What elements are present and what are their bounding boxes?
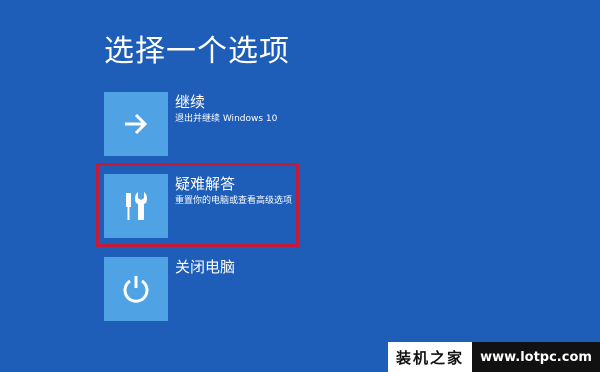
watermark-url: www.lotpc.com [472, 342, 600, 372]
troubleshoot-option[interactable]: 疑难解答 重置你的电脑或查看高级选项 [104, 174, 434, 238]
tools-icon [121, 189, 151, 223]
arrow-right-icon [123, 113, 149, 135]
watermark: 装机之家 www.lotpc.com [388, 342, 600, 372]
watermark-brand: 装机之家 [388, 342, 472, 372]
troubleshoot-title: 疑难解答 [175, 175, 236, 193]
continue-option[interactable]: 继续 退出并继续 Windows 10 [104, 92, 434, 156]
page-title: 选择一个选项 [104, 34, 290, 69]
continue-description: 退出并继续 Windows 10 [175, 114, 278, 124]
shutdown-option[interactable]: 关闭电脑 [104, 257, 434, 321]
continue-tile[interactable] [104, 92, 168, 156]
continue-title: 继续 [175, 93, 206, 111]
shutdown-tile[interactable] [104, 257, 168, 321]
troubleshoot-description: 重置你的电脑或查看高级选项 [175, 196, 293, 206]
troubleshoot-tile[interactable] [104, 174, 168, 238]
shutdown-title: 关闭电脑 [175, 258, 236, 276]
power-icon [121, 274, 151, 304]
